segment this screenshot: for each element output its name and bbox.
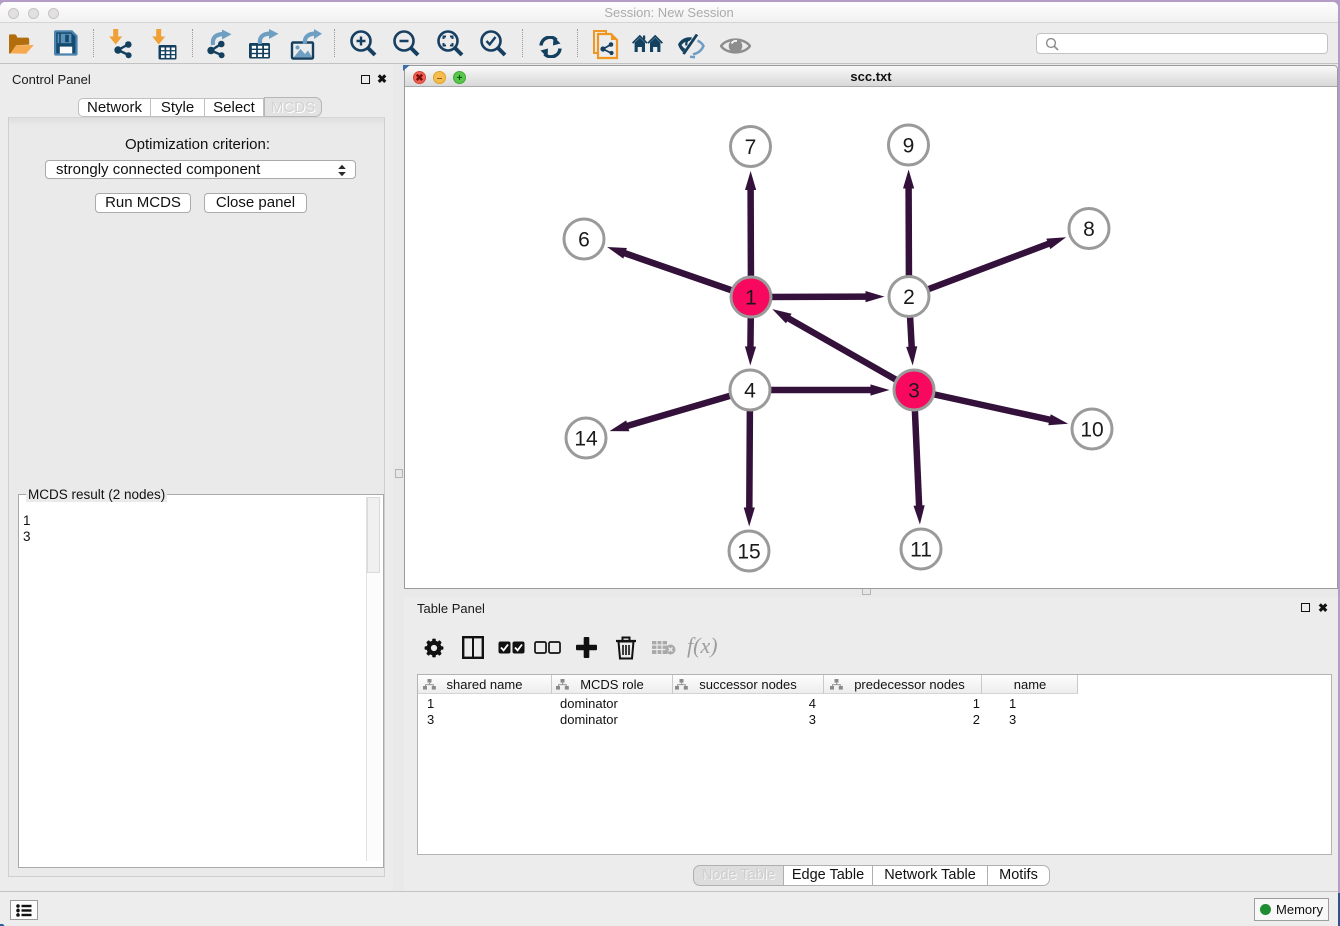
svg-text:4: 4 bbox=[744, 380, 756, 403]
svg-text:1: 1 bbox=[745, 287, 757, 310]
svg-text:8: 8 bbox=[1083, 218, 1095, 241]
svg-text:11: 11 bbox=[910, 539, 932, 562]
svg-text:3: 3 bbox=[908, 380, 920, 403]
svg-text:15: 15 bbox=[737, 541, 760, 564]
svg-text:7: 7 bbox=[745, 136, 757, 159]
svg-text:6: 6 bbox=[578, 229, 590, 252]
svg-text:14: 14 bbox=[574, 428, 598, 451]
svg-text:9: 9 bbox=[903, 135, 915, 158]
svg-text:2: 2 bbox=[903, 286, 915, 309]
svg-text:10: 10 bbox=[1080, 419, 1103, 442]
